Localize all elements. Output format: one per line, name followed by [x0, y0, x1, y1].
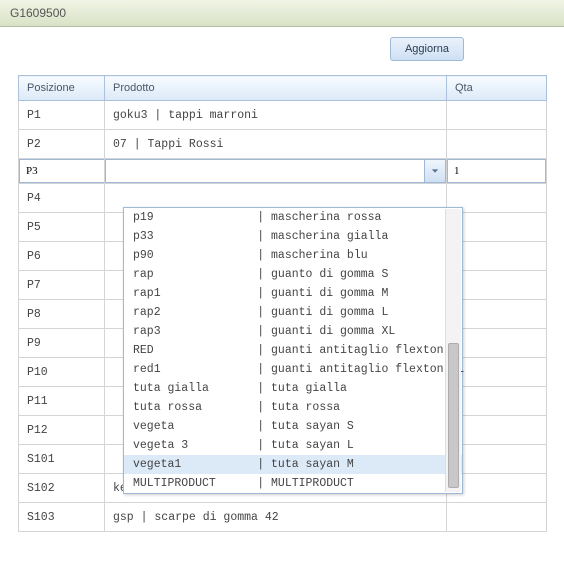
table-row[interactable]: P1 goku3 | tappi marroni	[19, 101, 547, 130]
cell-pos: S102	[19, 474, 105, 503]
dropdown-item[interactable]: tuta gialla | tuta gialla	[124, 379, 462, 398]
scrollbar-thumb[interactable]	[448, 343, 459, 488]
dropdown-item[interactable]: RED | guanti antitaglio flexton L	[124, 341, 462, 360]
dropdown-item[interactable]: vegeta 3 | tuta sayan L	[124, 436, 462, 455]
cell-pos: P10	[19, 358, 105, 387]
dropdown-item[interactable]: rap3 | guanti di gomma XL	[124, 322, 462, 341]
scrollbar[interactable]	[445, 209, 461, 492]
col-header-product[interactable]: Prodotto	[105, 76, 447, 101]
cell-pos: P1	[19, 101, 105, 130]
cell-prod: goku3 | tappi marroni	[105, 101, 447, 130]
cell-pos: P6	[19, 242, 105, 271]
cell-pos: P8	[19, 300, 105, 329]
position-combo[interactable]	[19, 159, 104, 183]
dropdown-item[interactable]: red1 | guanti antitaglio flexton XL	[124, 360, 462, 379]
cell-pos: S103	[19, 503, 105, 532]
product-input[interactable]	[105, 159, 424, 183]
dropdown-item[interactable]: MULTIPRODUCT | MULTIPRODUCT	[124, 474, 462, 493]
dropdown-item[interactable]: p90 | mascherina blu	[124, 246, 462, 265]
cell-qty	[447, 503, 547, 532]
cell-qty	[447, 130, 547, 159]
cell-qty	[447, 101, 547, 130]
toolbar: Aggiorna	[0, 27, 564, 75]
product-dropdown-list[interactable]: p19 | mascherina rossap33 | mascherina g…	[123, 207, 463, 494]
cell-pos: P4	[19, 184, 105, 213]
table-row[interactable]: P2 07 | Tappi Rossi	[19, 130, 547, 159]
dropdown-item[interactable]: rap2 | guanti di gomma L	[124, 303, 462, 322]
dropdown-item[interactable]: rap1 | guanti di gomma M	[124, 284, 462, 303]
cell-pos: P12	[19, 416, 105, 445]
cell-prod: 07 | Tappi Rossi	[105, 130, 447, 159]
dropdown-item[interactable]: p33 | mascherina gialla	[124, 227, 462, 246]
chevron-down-icon[interactable]	[424, 159, 446, 183]
dropdown-item[interactable]: p19 | mascherina rossa	[124, 208, 462, 227]
cell-pos: P2	[19, 130, 105, 159]
cell-pos: P9	[19, 329, 105, 358]
cell-pos: P5	[19, 213, 105, 242]
dropdown-item[interactable]: rap | guanto di gomma S	[124, 265, 462, 284]
col-header-qty[interactable]: Qta	[447, 76, 547, 101]
cell-pos: P11	[19, 387, 105, 416]
dropdown-item[interactable]: vegeta1 | tuta sayan M	[124, 455, 462, 474]
table-row[interactable]: S103gsp | scarpe di gomma 42	[19, 503, 547, 532]
cell-prod: gsp | scarpe di gomma 42	[105, 503, 447, 532]
refresh-button[interactable]: Aggiorna	[390, 37, 464, 61]
dropdown-item[interactable]: vegeta | tuta sayan S	[124, 417, 462, 436]
qty-input[interactable]	[447, 159, 546, 183]
dropdown-item[interactable]: tuta rossa | tuta rossa	[124, 398, 462, 417]
window-title: G1609500	[0, 0, 564, 27]
position-input[interactable]	[19, 159, 105, 183]
table-row-editing[interactable]	[19, 159, 547, 184]
cell-pos: P7	[19, 271, 105, 300]
col-header-position[interactable]: Posizione	[19, 76, 105, 101]
product-combo[interactable]	[105, 159, 446, 183]
cell-pos: S101	[19, 445, 105, 474]
